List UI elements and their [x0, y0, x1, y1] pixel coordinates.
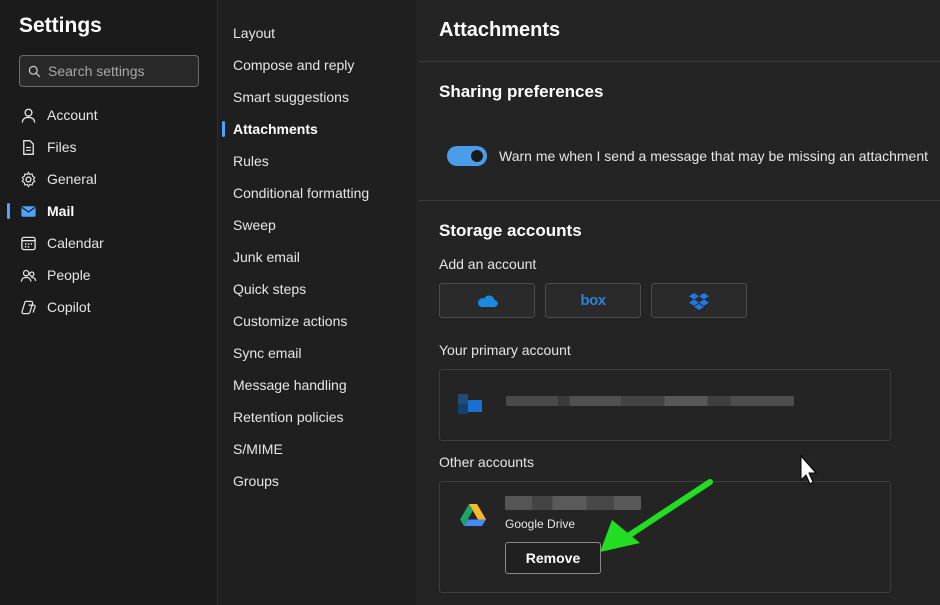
- google-drive-account-card: Google Drive Remove: [439, 481, 891, 593]
- add-onedrive-button[interactable]: [439, 283, 535, 318]
- search-icon: [28, 65, 41, 77]
- menu-item-message-handling[interactable]: Message handling: [219, 369, 418, 401]
- nav-item-account[interactable]: Account: [0, 99, 218, 131]
- missing-attachment-toggle[interactable]: [447, 146, 487, 166]
- attachments-pane: Attachments Sharing preferences Warn me …: [419, 0, 940, 605]
- nav-item-copilot[interactable]: Copilot: [0, 291, 218, 323]
- redacted-primary-account: [506, 396, 794, 406]
- menu-item-smime[interactable]: S/MIME: [219, 433, 418, 465]
- file-icon: [19, 138, 37, 156]
- nav-item-label: Calendar: [47, 235, 104, 251]
- add-account-label: Add an account: [439, 256, 537, 272]
- toggle-knob: [471, 150, 483, 162]
- search-settings-box[interactable]: [19, 55, 199, 87]
- primary-account-label: Your primary account: [439, 342, 571, 358]
- menu-item-quick-steps[interactable]: Quick steps: [219, 273, 418, 305]
- settings-nav: Account Files General Mail Calendar Peop…: [0, 99, 218, 323]
- page-title: Attachments: [439, 19, 561, 41]
- menu-item-retention-policies[interactable]: Retention policies: [219, 401, 418, 433]
- storage-accounts-heading: Storage accounts: [439, 221, 582, 240]
- nav-item-label: General: [47, 171, 97, 187]
- gear-icon: [19, 170, 37, 188]
- menu-item-rules[interactable]: Rules: [219, 145, 418, 177]
- divider: [419, 61, 940, 62]
- people-icon: [19, 266, 37, 284]
- pixelated-account-icon: [458, 394, 482, 414]
- menu-item-layout[interactable]: Layout: [219, 17, 418, 49]
- menu-item-attachments[interactable]: Attachments: [219, 113, 418, 145]
- divider: [419, 200, 940, 201]
- google-drive-label: Google Drive: [505, 517, 576, 531]
- calendar-icon: [19, 234, 37, 252]
- settings-title: Settings: [19, 14, 102, 37]
- nav-item-label: People: [47, 267, 91, 283]
- search-settings-input[interactable]: [48, 63, 188, 79]
- nav-item-label: Copilot: [47, 299, 91, 315]
- nav-item-label: Files: [47, 139, 77, 155]
- copilot-icon: [19, 298, 37, 316]
- google-drive-icon: [460, 504, 486, 526]
- menu-item-groups[interactable]: Groups: [219, 465, 418, 497]
- nav-item-files[interactable]: Files: [0, 131, 218, 163]
- mail-settings-menu: Layout Compose and reply Smart suggestio…: [219, 0, 418, 605]
- menu-item-compose-and-reply[interactable]: Compose and reply: [219, 49, 418, 81]
- nav-item-general[interactable]: General: [0, 163, 218, 195]
- nav-item-people[interactable]: People: [0, 259, 218, 291]
- other-accounts-label: Other accounts: [439, 454, 534, 470]
- add-box-button[interactable]: box: [545, 283, 641, 318]
- menu-item-conditional-formatting[interactable]: Conditional formatting: [219, 177, 418, 209]
- person-icon: [19, 106, 37, 124]
- menu-item-smart-suggestions[interactable]: Smart suggestions: [219, 81, 418, 113]
- menu-item-sync-email[interactable]: Sync email: [219, 337, 418, 369]
- menu-item-customize-actions[interactable]: Customize actions: [219, 305, 418, 337]
- dropbox-icon: [689, 292, 709, 310]
- nav-item-label: Account: [47, 107, 98, 123]
- redacted-google-account: [505, 496, 641, 510]
- nav-item-mail[interactable]: Mail: [0, 195, 218, 227]
- remove-button[interactable]: Remove: [505, 542, 601, 574]
- settings-sidebar: Settings Account Files General Mail Cale…: [0, 0, 218, 605]
- mail-icon: [19, 202, 37, 220]
- sharing-preferences-heading: Sharing preferences: [439, 82, 604, 101]
- onedrive-icon: [478, 295, 498, 307]
- menu-item-sweep[interactable]: Sweep: [219, 209, 418, 241]
- menu-item-junk-email[interactable]: Junk email: [219, 241, 418, 273]
- missing-attachment-toggle-label: Warn me when I send a message that may b…: [499, 148, 929, 164]
- add-dropbox-button[interactable]: [651, 283, 747, 318]
- nav-item-calendar[interactable]: Calendar: [0, 227, 218, 259]
- box-logo: box: [580, 292, 606, 309]
- nav-item-label: Mail: [47, 203, 75, 219]
- primary-account-card: [439, 369, 891, 441]
